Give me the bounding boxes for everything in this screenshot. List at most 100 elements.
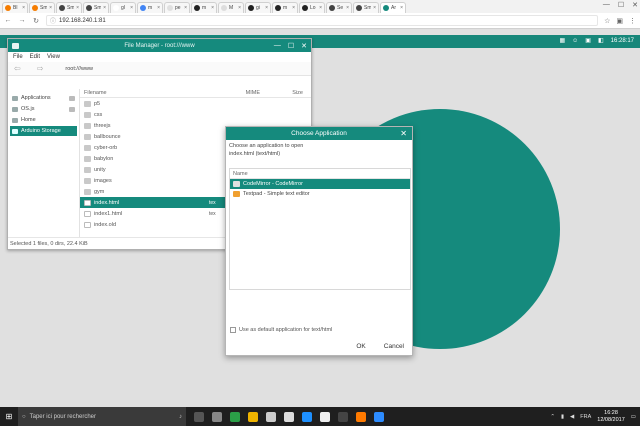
maximize-icon[interactable]: ☐ xyxy=(288,42,294,50)
extension-icon[interactable]: ▣ xyxy=(616,17,623,25)
taskbar-app-icon[interactable] xyxy=(248,411,258,422)
tab-close-icon[interactable]: × xyxy=(319,5,322,11)
tab-close-icon[interactable]: × xyxy=(400,5,403,11)
tab-close-icon[interactable]: × xyxy=(49,5,52,11)
chevron-up-icon[interactable]: ⌃ xyxy=(550,414,555,420)
tab-label: m xyxy=(283,5,288,11)
browser-tab[interactable]: gi × xyxy=(245,2,271,13)
default-app-checkbox[interactable] xyxy=(230,327,236,333)
tab-close-icon[interactable]: × xyxy=(130,5,133,11)
tab-close-icon[interactable]: × xyxy=(184,5,187,11)
close-icon[interactable]: ✕ xyxy=(632,1,638,9)
close-icon[interactable]: ✕ xyxy=(301,42,307,50)
taskbar-app-icon[interactable] xyxy=(284,411,294,422)
tab-close-icon[interactable]: × xyxy=(103,5,106,11)
sidebar-item[interactable]: Arduino Storage xyxy=(10,126,77,136)
taskbar-app-icon[interactable] xyxy=(374,411,384,422)
tab-close-icon[interactable]: × xyxy=(76,5,79,11)
taskbar-search[interactable]: ○ Taper ici pour rechercher ♪ xyxy=(18,407,186,426)
network-icon[interactable]: ◧ xyxy=(598,37,604,44)
file-row[interactable]: p5 xyxy=(80,98,311,109)
column-mime[interactable]: MIME xyxy=(202,90,260,96)
menu-item[interactable]: View xyxy=(47,54,60,60)
star-icon[interactable]: ☆ xyxy=(604,17,610,25)
back-icon[interactable]: ← xyxy=(4,17,12,24)
forward-arrow-icon[interactable]: ⇨ xyxy=(37,64,44,73)
file-name: threejs xyxy=(94,122,111,129)
menu-item[interactable]: File xyxy=(13,54,23,60)
sidebar-item[interactable]: Applications xyxy=(10,93,77,103)
choose-application-dialog[interactable]: Choose Application ✕ Choose an applicati… xyxy=(225,126,413,356)
browser-tab[interactable]: m × xyxy=(272,2,298,13)
tab-label: gl xyxy=(121,5,125,11)
browser-tab[interactable]: Sm × xyxy=(56,2,82,13)
sidebar-item[interactable]: Home xyxy=(10,115,77,125)
notifications-icon[interactable]: ▭ xyxy=(631,414,636,420)
forward-icon[interactable]: → xyxy=(18,17,26,24)
reload-icon[interactable]: ↻ xyxy=(32,17,40,25)
taskbar-app-icon[interactable] xyxy=(302,411,312,422)
tab-close-icon[interactable]: × xyxy=(211,5,214,11)
dialog-titlebar[interactable]: Choose Application ✕ xyxy=(226,127,412,140)
sidebar-item[interactable]: OS.js xyxy=(10,104,77,114)
eject-icon[interactable] xyxy=(69,106,75,112)
tab-close-icon[interactable]: × xyxy=(238,5,241,11)
file-manager-titlebar[interactable]: File Manager - root:///www — ☐ ✕ xyxy=(8,39,311,52)
application-item[interactable]: Textpad - Simple text editor xyxy=(230,189,410,199)
microphone-icon[interactable]: ♪ xyxy=(179,414,182,420)
tab-close-icon[interactable]: × xyxy=(346,5,349,11)
browser-tab[interactable]: m × xyxy=(137,2,163,13)
network-icon[interactable]: ▮ xyxy=(561,414,564,420)
tab-close-icon[interactable]: × xyxy=(157,5,160,11)
user-icon[interactable]: ☺ xyxy=(572,38,578,44)
eject-icon[interactable] xyxy=(69,95,75,101)
browser-tab[interactable]: Bl × xyxy=(2,2,28,13)
browser-tab[interactable]: Sm × xyxy=(83,2,109,13)
file-row[interactable]: css xyxy=(80,109,311,120)
browser-tab[interactable]: Ar × xyxy=(380,2,406,13)
taskbar-app-icon[interactable] xyxy=(356,411,366,422)
browser-tab[interactable]: Sm × xyxy=(29,2,55,13)
taskbar-app-icon[interactable] xyxy=(194,411,204,422)
minimize-icon[interactable]: — xyxy=(274,42,281,50)
address-bar[interactable]: ⓘ 192.168.240.1:81 xyxy=(46,15,599,26)
tab-label: Sm xyxy=(364,5,372,11)
tab-favicon-icon xyxy=(5,5,11,11)
tab-close-icon[interactable]: × xyxy=(265,5,268,11)
browser-tab[interactable]: Sm × xyxy=(353,2,379,13)
close-icon[interactable]: ✕ xyxy=(400,129,407,138)
browser-tab[interactable]: Lo × xyxy=(299,2,325,13)
grid-icon[interactable]: ▣ xyxy=(585,37,591,44)
menu-icon[interactable]: ⋮ xyxy=(629,17,636,25)
taskbar-app-icon[interactable] xyxy=(212,411,222,422)
taskbar-clock[interactable]: 16:28 12/08/2017 xyxy=(597,410,625,424)
settings-icon[interactable]: ▦ xyxy=(559,37,565,44)
cancel-button[interactable]: Cancel xyxy=(384,343,404,350)
ok-button[interactable]: OK xyxy=(356,343,365,350)
browser-tab[interactable]: M × xyxy=(218,2,244,13)
path-field[interactable]: root:///www xyxy=(65,66,93,72)
taskbar-app-icon[interactable] xyxy=(230,411,240,422)
column-size[interactable]: Size xyxy=(260,90,311,96)
maximize-icon[interactable]: ☐ xyxy=(618,1,624,9)
taskbar-app-icon[interactable] xyxy=(320,411,330,422)
volume-icon[interactable]: ◀ xyxy=(570,414,574,420)
browser-tab[interactable]: m × xyxy=(191,2,217,13)
taskbar-app-icon[interactable] xyxy=(266,411,276,422)
default-app-option[interactable]: Use as default application for text/html xyxy=(230,327,332,333)
browser-tab[interactable]: pe × xyxy=(164,2,190,13)
tab-close-icon[interactable]: × xyxy=(292,5,295,11)
minimize-icon[interactable]: — xyxy=(603,1,610,9)
browser-tab[interactable]: Se × xyxy=(326,2,352,13)
column-filename[interactable]: Filename xyxy=(84,90,202,96)
language-indicator[interactable]: FRA xyxy=(580,414,591,420)
taskbar-app-icon[interactable] xyxy=(338,411,348,422)
application-item[interactable]: CodeMirror - CodeMirror xyxy=(230,179,410,189)
menu-item[interactable]: Edit xyxy=(30,54,40,60)
browser-tab[interactable]: gl × xyxy=(110,2,136,13)
start-icon[interactable]: ⊞ xyxy=(0,407,18,426)
info-icon[interactable]: ⓘ xyxy=(50,16,56,25)
tab-close-icon[interactable]: × xyxy=(22,5,25,11)
tab-close-icon[interactable]: × xyxy=(373,5,376,11)
back-arrow-icon[interactable]: ⇦ xyxy=(14,64,21,73)
